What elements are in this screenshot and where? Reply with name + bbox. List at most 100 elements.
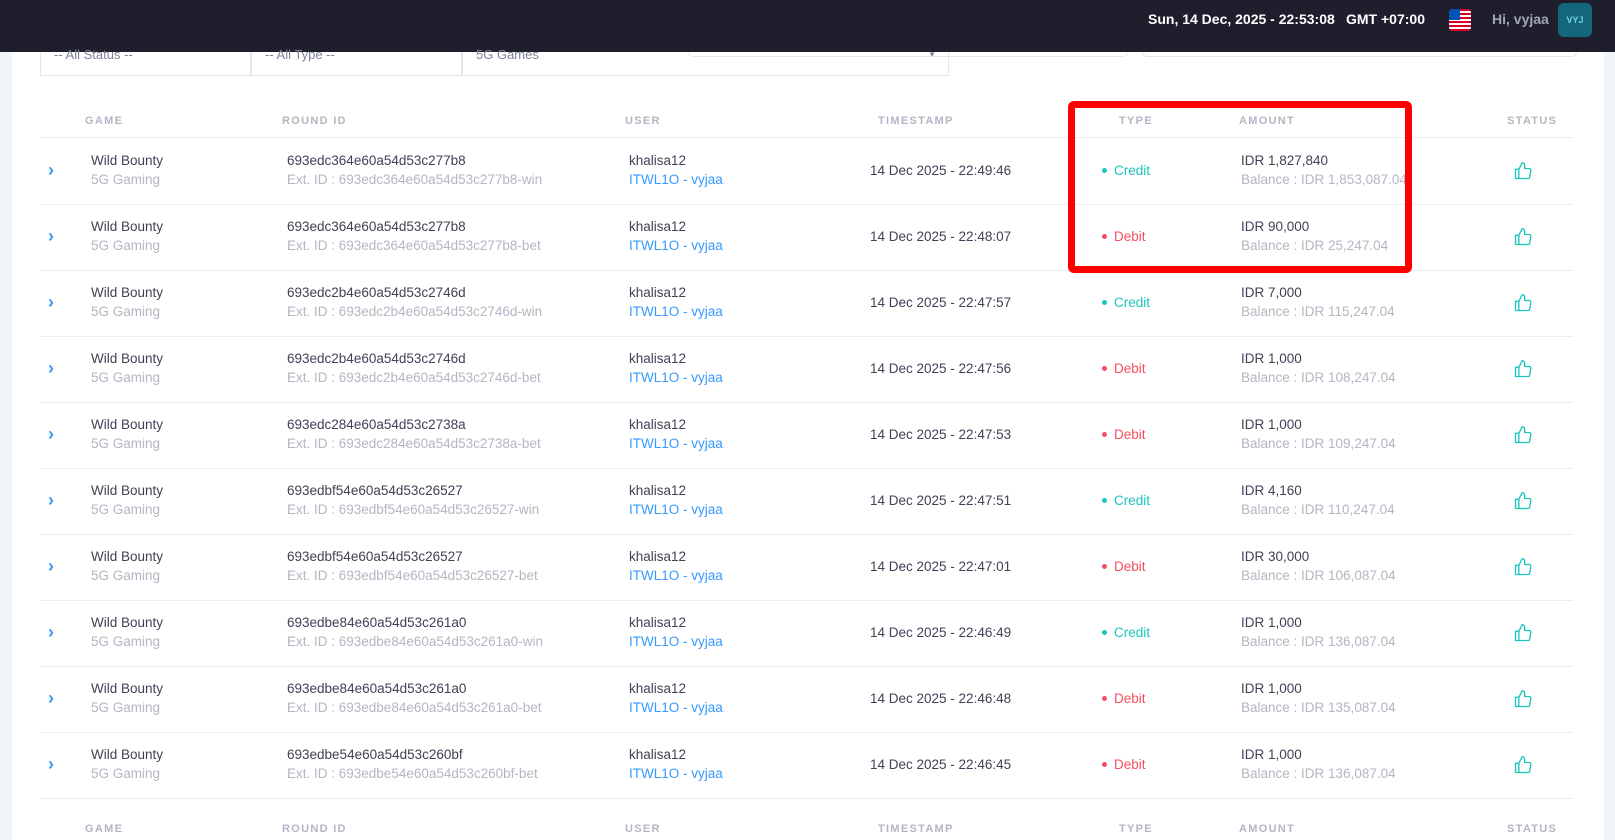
highlight-box — [1068, 101, 1412, 273]
column-game[interactable]: GAME — [85, 115, 123, 127]
column-game: GAME — [85, 823, 124, 835]
user-avatar[interactable]: VYJ — [1558, 3, 1592, 37]
game-name: Wild Bounty — [91, 681, 164, 696]
table-row[interactable]: › Wild Bounty 5G Gaming 693edc2b4e60a54d… — [40, 271, 1573, 337]
timestamp: 14 Dec 2025 - 22:46:45 — [870, 757, 1012, 772]
type-badge: Debit — [1102, 427, 1146, 442]
chevron-right-icon[interactable]: › — [48, 425, 54, 443]
type-filter-select[interactable]: -- All Type -- — [251, 48, 462, 76]
thumbs-up-icon — [1513, 359, 1533, 379]
type-filter-value: -- All Type -- — [265, 47, 335, 62]
table-row[interactable]: › Wild Bounty 5G Gaming 693edc2b4e60a54d… — [40, 337, 1573, 403]
type-label: Credit — [1114, 625, 1151, 640]
agent-link[interactable]: ITWL1O - vyjaa — [629, 304, 723, 319]
agent-link[interactable]: ITWL1O - vyjaa — [629, 238, 723, 253]
chevron-right-icon[interactable]: › — [48, 623, 54, 641]
chevron-right-icon[interactable]: › — [48, 491, 54, 509]
game-name: Wild Bounty — [91, 483, 164, 498]
chevron-right-icon[interactable]: › — [48, 227, 54, 245]
table-row[interactable]: › Wild Bounty 5G Gaming 693edbf54e60a54d… — [40, 469, 1573, 535]
game-name: Wild Bounty — [91, 153, 164, 168]
round-id: 693edbe84e60a54d53c261a0 — [287, 615, 467, 630]
round-id: 693edbf54e60a54d53c26527 — [287, 483, 463, 498]
amount: IDR 1,000 — [1241, 417, 1302, 432]
agent-link[interactable]: ITWL1O - vyjaa — [629, 370, 723, 385]
column-user: USER — [625, 823, 661, 835]
greeting-username: vyjaa — [1513, 11, 1549, 27]
agent-link[interactable]: ITWL1O - vyjaa — [629, 502, 723, 517]
agent-link[interactable]: ITWL1O - vyjaa — [629, 172, 723, 187]
round-id: 693edbf54e60a54d53c26527 — [287, 549, 463, 564]
timezone-label: GMT +07:00 — [1346, 11, 1425, 27]
chevron-right-icon[interactable]: › — [48, 689, 54, 707]
amount: IDR 1,000 — [1241, 351, 1302, 366]
amount: IDR 1,000 — [1241, 615, 1302, 630]
status-filter-value: -- All Status -- — [54, 47, 133, 62]
amount: IDR 1,000 — [1241, 681, 1302, 696]
type-dot — [1102, 563, 1107, 569]
column-amount: AMOUNT — [1239, 823, 1296, 835]
user-greeting[interactable]: Hi, vyjaa — [1492, 11, 1549, 27]
external-id: Ext. ID : 693edbf54e60a54d53c26527-bet — [287, 568, 538, 583]
game-provider: 5G Gaming — [91, 568, 161, 583]
type-label: Debit — [1114, 427, 1146, 442]
us-flag-icon[interactable] — [1449, 9, 1471, 31]
table-row[interactable]: › Wild Bounty 5G Gaming 693edbe54e60a54d… — [40, 733, 1573, 799]
external-id: Ext. ID : 693edc284e60a54d53c2738a-bet — [287, 436, 541, 451]
column-status[interactable]: STATUS — [1507, 115, 1557, 127]
game-name: Wild Bounty — [91, 219, 164, 234]
timestamp: 14 Dec 2025 - 22:47:56 — [870, 361, 1012, 376]
agent-link[interactable]: ITWL1O - vyjaa — [629, 700, 723, 715]
type-dot — [1102, 365, 1107, 371]
external-id: Ext. ID : 693edc2b4e60a54d53c2746d-bet — [287, 370, 541, 385]
game-provider: 5G Gaming — [91, 172, 161, 187]
agent-link[interactable]: ITWL1O - vyjaa — [629, 568, 723, 583]
search-input[interactable] — [1142, 52, 1577, 57]
round-id: 693edc2b4e60a54d53c2746d — [287, 285, 466, 300]
agent-link[interactable]: ITWL1O - vyjaa — [629, 436, 723, 451]
chevron-right-icon[interactable]: › — [48, 161, 54, 179]
type-label: Debit — [1114, 691, 1146, 706]
user-name: khalisa12 — [629, 681, 687, 696]
chevron-right-icon[interactable]: › — [48, 293, 54, 311]
user-name: khalisa12 — [629, 285, 687, 300]
timestamp: 14 Dec 2025 - 22:47:01 — [870, 559, 1012, 574]
balance: Balance : IDR 115,247.04 — [1241, 304, 1395, 319]
top-bar: Sun, 14 Dec, 2025 - 22:53:08 GMT +07:00 … — [0, 0, 1615, 52]
table-row[interactable]: › Wild Bounty 5G Gaming 693edbe84e60a54d… — [40, 601, 1573, 667]
column-timestamp[interactable]: TIMESTAMP — [878, 115, 954, 127]
column-timestamp: TIMESTAMP — [878, 823, 954, 835]
user-name: khalisa12 — [629, 417, 687, 432]
timestamp: 14 Dec 2025 - 22:46:48 — [870, 691, 1012, 706]
round-id: 693edc2b4e60a54d53c2746d — [287, 351, 466, 366]
type-badge: Debit — [1102, 559, 1146, 574]
chevron-right-icon[interactable]: › — [48, 557, 54, 575]
external-id: Ext. ID : 693edbe54e60a54d53c260bf-bet — [287, 766, 538, 781]
timestamp: 14 Dec 2025 - 22:47:57 — [870, 295, 1012, 310]
chevron-right-icon[interactable]: › — [48, 359, 54, 377]
column-round-id: ROUND ID — [282, 823, 347, 835]
amount: IDR 30,000 — [1241, 549, 1310, 564]
column-user[interactable]: USER — [625, 115, 661, 127]
user-name: khalisa12 — [629, 747, 687, 762]
balance: Balance : IDR 136,087.04 — [1241, 766, 1396, 781]
balance: Balance : IDR 136,087.04 — [1241, 634, 1396, 649]
timestamp: 14 Dec 2025 - 22:49:46 — [870, 163, 1012, 178]
type-badge: Debit — [1102, 691, 1146, 706]
agent-link[interactable]: ITWL1O - vyjaa — [629, 766, 723, 781]
status-filter-select[interactable]: -- All Status -- — [40, 48, 251, 76]
table-row[interactable]: › Wild Bounty 5G Gaming 693edc284e60a54d… — [40, 403, 1573, 469]
date-range-input[interactable] — [688, 52, 1128, 57]
column-round-id[interactable]: ROUND ID — [282, 115, 347, 127]
table-row[interactable]: › Wild Bounty 5G Gaming 693edbe84e60a54d… — [40, 667, 1573, 733]
type-dot — [1102, 761, 1107, 767]
column-status: STATUS — [1507, 823, 1558, 835]
game-name: Wild Bounty — [91, 417, 164, 432]
type-dot — [1102, 629, 1107, 635]
column-type: TYPE — [1119, 823, 1153, 835]
chevron-right-icon[interactable]: › — [48, 755, 54, 773]
current-datetime: Sun, 14 Dec, 2025 - 22:53:08 — [1148, 11, 1335, 27]
table-row[interactable]: › Wild Bounty 5G Gaming 693edbf54e60a54d… — [40, 535, 1573, 601]
agent-link[interactable]: ITWL1O - vyjaa — [629, 634, 723, 649]
user-name: khalisa12 — [629, 549, 687, 564]
